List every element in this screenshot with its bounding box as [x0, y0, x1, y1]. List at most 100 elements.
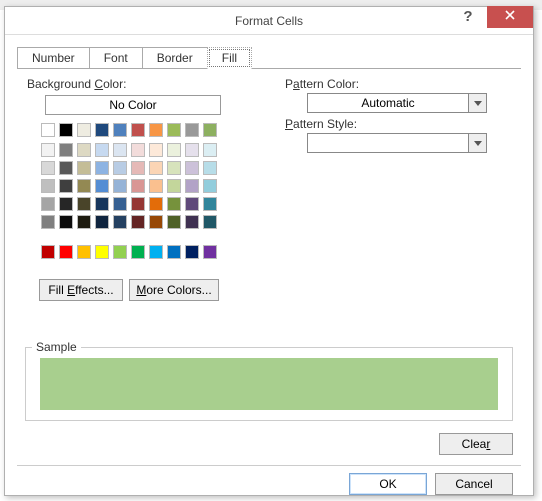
color-swatch[interactable] [77, 215, 91, 229]
fill-effects-button[interactable]: Fill Effects... [39, 279, 123, 301]
color-swatch[interactable] [41, 161, 55, 175]
color-swatch[interactable] [149, 179, 163, 193]
tab-number[interactable]: Number [17, 47, 90, 69]
color-swatch[interactable] [95, 215, 109, 229]
color-swatch[interactable] [77, 245, 91, 259]
color-swatch[interactable] [167, 123, 181, 137]
color-swatch[interactable] [113, 161, 127, 175]
titlebar: Format Cells ? [5, 7, 533, 35]
color-swatch[interactable] [203, 143, 217, 157]
color-swatch[interactable] [95, 161, 109, 175]
more-colors-button[interactable]: More Colors... [129, 279, 219, 301]
color-swatch[interactable] [185, 197, 199, 211]
color-swatch[interactable] [95, 143, 109, 157]
color-swatch[interactable] [149, 197, 163, 211]
color-swatch[interactable] [95, 197, 109, 211]
color-swatch[interactable] [185, 161, 199, 175]
color-swatch[interactable] [113, 245, 127, 259]
color-swatch[interactable] [41, 143, 55, 157]
color-swatch[interactable] [41, 179, 55, 193]
color-swatch[interactable] [59, 215, 73, 229]
color-swatch[interactable] [131, 161, 145, 175]
color-swatch[interactable] [41, 215, 55, 229]
format-cells-dialog: Format Cells ? Number Font Border Fill B… [4, 6, 534, 496]
color-swatch[interactable] [203, 179, 217, 193]
color-swatch[interactable] [95, 123, 109, 137]
color-swatch[interactable] [77, 179, 91, 193]
color-swatch[interactable] [113, 143, 127, 157]
color-swatch[interactable] [203, 161, 217, 175]
pattern-color-label: Pattern Color: [285, 77, 359, 91]
color-swatch[interactable] [41, 197, 55, 211]
color-swatch[interactable] [77, 161, 91, 175]
color-swatch[interactable] [203, 245, 217, 259]
color-swatch[interactable] [167, 143, 181, 157]
pattern-style-label: Pattern Style: [285, 117, 357, 131]
color-swatch[interactable] [203, 197, 217, 211]
tab-border[interactable]: Border [142, 47, 208, 69]
pattern-color-dropdown-button[interactable] [468, 94, 486, 112]
color-swatch[interactable] [59, 161, 73, 175]
pattern-style-combo[interactable] [307, 133, 487, 153]
sample-swatch [40, 358, 498, 410]
color-swatch[interactable] [113, 215, 127, 229]
color-swatch[interactable] [113, 123, 127, 137]
color-swatch[interactable] [131, 123, 145, 137]
color-swatch[interactable] [77, 197, 91, 211]
color-swatch[interactable] [167, 245, 181, 259]
sample-group: Sample [25, 347, 513, 421]
color-swatch[interactable] [41, 245, 55, 259]
tab-font[interactable]: Font [89, 47, 143, 69]
color-swatch[interactable] [149, 215, 163, 229]
color-swatch[interactable] [203, 215, 217, 229]
color-swatch[interactable] [131, 143, 145, 157]
pattern-style-value [308, 134, 468, 152]
color-swatch[interactable] [185, 215, 199, 229]
theme-top-row [39, 121, 219, 139]
no-color-button[interactable]: No Color [45, 95, 221, 115]
color-swatch[interactable] [131, 179, 145, 193]
color-swatch[interactable] [185, 143, 199, 157]
color-swatch[interactable] [185, 123, 199, 137]
color-swatch[interactable] [59, 123, 73, 137]
color-swatch[interactable] [149, 245, 163, 259]
color-swatch[interactable] [167, 197, 181, 211]
color-swatch[interactable] [185, 179, 199, 193]
color-swatch[interactable] [77, 143, 91, 157]
pattern-color-value: Automatic [308, 94, 468, 112]
color-swatch[interactable] [77, 123, 91, 137]
pattern-style-dropdown-button[interactable] [468, 134, 486, 152]
color-swatch[interactable] [113, 179, 127, 193]
color-swatch[interactable] [59, 179, 73, 193]
help-button[interactable]: ? [451, 7, 485, 29]
pattern-color-combo[interactable]: Automatic [307, 93, 487, 113]
clear-button[interactable]: Clear [439, 433, 513, 455]
color-swatch[interactable] [59, 197, 73, 211]
color-swatch[interactable] [41, 123, 55, 137]
color-swatch[interactable] [95, 245, 109, 259]
color-swatch[interactable] [95, 179, 109, 193]
color-swatch[interactable] [149, 123, 163, 137]
color-swatch[interactable] [131, 245, 145, 259]
color-swatch[interactable] [185, 245, 199, 259]
color-swatch[interactable] [131, 197, 145, 211]
color-swatch[interactable] [167, 161, 181, 175]
color-swatch[interactable] [149, 161, 163, 175]
color-swatch[interactable] [167, 215, 181, 229]
color-swatch[interactable] [167, 179, 181, 193]
tabstrip: Number Font Border Fill [17, 47, 521, 69]
close-icon [504, 9, 516, 21]
color-swatch[interactable] [59, 245, 73, 259]
color-swatch[interactable] [59, 143, 73, 157]
cancel-button[interactable]: Cancel [435, 473, 513, 495]
tab-fill[interactable]: Fill [207, 47, 252, 69]
color-swatch[interactable] [131, 215, 145, 229]
color-swatch[interactable] [203, 123, 217, 137]
color-swatch[interactable] [113, 197, 127, 211]
ok-button[interactable]: OK [349, 473, 427, 495]
close-button[interactable] [487, 6, 533, 28]
standard-colors [39, 243, 219, 261]
tabs: Number Font Border Fill [17, 47, 521, 69]
color-swatch[interactable] [149, 143, 163, 157]
chevron-down-icon [474, 141, 482, 146]
